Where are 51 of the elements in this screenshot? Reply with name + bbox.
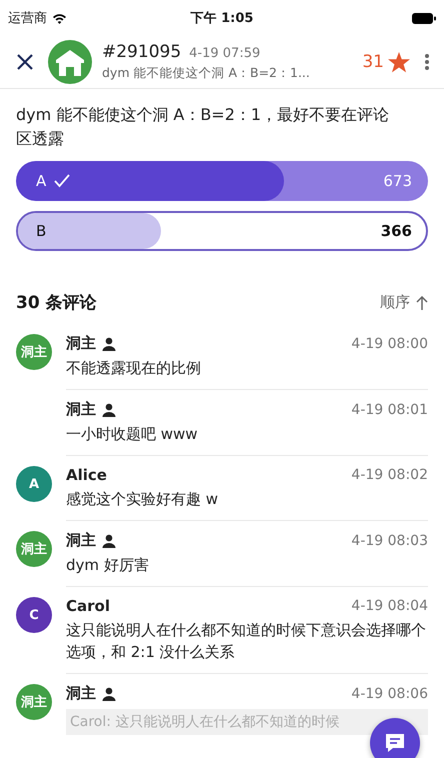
arrow-up-icon [416, 296, 428, 310]
avatar-icon [48, 40, 92, 84]
person-icon [102, 402, 116, 416]
user-avatar: 洞主 [16, 531, 52, 567]
poll-option[interactable]: B 366 [16, 211, 428, 251]
user-avatar: 洞主 [16, 684, 52, 720]
close-icon [16, 53, 34, 71]
comment-time: 4-19 08:02 [351, 467, 428, 483]
comment-time: 4-19 08:03 [351, 532, 428, 548]
post-id: #291095 [102, 42, 182, 62]
user-name: Alice [66, 466, 107, 484]
user-name: 洞主 [66, 684, 96, 703]
option-label: B [36, 222, 46, 240]
message-icon [383, 731, 407, 755]
quoted-reply: Carol: 这只能说明人在什么都不知道的时候 [66, 709, 428, 735]
star-icon[interactable] [388, 52, 410, 72]
comment-time: 4-19 08:00 [351, 336, 428, 352]
option-label: A [36, 172, 46, 190]
person-icon [102, 686, 116, 700]
wifi-icon [52, 12, 67, 24]
user-name: 洞主 [66, 531, 96, 550]
comment-text: 这只能说明人在什么都不知道的时候下意识会选择哪个选项，和 2:1 没什么关系 [66, 620, 427, 663]
comment-count: 30 条评论 [16, 292, 97, 314]
comment-text: dym 好厉害 [66, 555, 150, 576]
comment-time: 4-19 08:04 [351, 598, 428, 614]
post-text: dym 能不能使这个洞 A：B=2：1，最好不要在评论区透露 [16, 104, 390, 150]
check-icon [54, 174, 70, 188]
user-name: Carol [66, 597, 110, 615]
battery-icon [412, 12, 436, 24]
comment-text: 一小时收题吧 www [66, 424, 199, 445]
user-name: 洞主 [66, 334, 96, 353]
sort-button[interactable]: 顺序 [380, 293, 428, 312]
user-name: 洞主 [66, 400, 96, 419]
comment-text: 感觉这个实验好有趣 w [66, 489, 220, 510]
user-avatar: 洞主 [16, 334, 52, 370]
vote-count: 366 [380, 222, 412, 240]
comment-time: 4-19 08:06 [351, 686, 428, 702]
comment-time: 4-19 08:01 [351, 402, 428, 418]
person-icon [102, 534, 116, 548]
person-icon [102, 336, 116, 350]
user-avatar: C [16, 597, 52, 633]
clock-time: 下午 1:05 [190, 11, 254, 26]
star-count: 31 [362, 52, 384, 72]
post-subtitle: dym 能不能使这个洞 A：B=2：1... [102, 65, 310, 80]
vote-count: 673 [383, 172, 412, 190]
carrier-name: 运营商 [8, 10, 47, 27]
comment-text: 不能透露现在的比例 [66, 358, 202, 379]
poll-option[interactable]: A 673 [16, 161, 428, 201]
more-icon [424, 53, 430, 71]
post-time: 4-19 07:59 [189, 46, 260, 61]
user-avatar: A [16, 466, 52, 502]
